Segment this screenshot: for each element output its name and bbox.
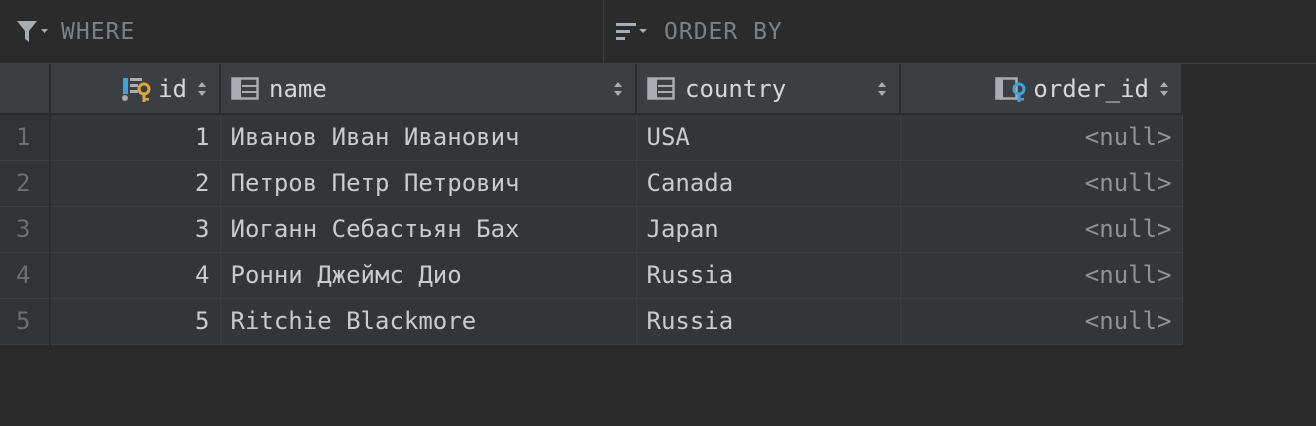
column-header-label: order_id bbox=[1033, 74, 1149, 103]
table-row[interactable]: 4 4 Ронни Джеймс Дио Russia <null> bbox=[0, 252, 1183, 299]
row-number-header[interactable] bbox=[0, 64, 51, 115]
column-header-country[interactable]: country bbox=[636, 64, 901, 115]
cell-id[interactable]: 1 bbox=[50, 114, 221, 161]
result-grid: id name country order_id 1 1 Иванов Иван… bbox=[0, 64, 1183, 345]
table-column-icon bbox=[231, 76, 259, 100]
table-row[interactable]: 1 1 Иванов Иван Иванович USA <null> bbox=[0, 114, 1183, 161]
cell-order-id[interactable]: <null> bbox=[900, 252, 1183, 299]
cell-country[interactable]: Japan bbox=[636, 206, 901, 253]
table-row[interactable]: 2 2 Петров Петр Петрович Canada <null> bbox=[0, 160, 1183, 207]
order-by-label: ORDER BY bbox=[664, 18, 783, 45]
table-row[interactable]: 5 5 Ritchie Blackmore Russia <null> bbox=[0, 298, 1183, 345]
filter-icon[interactable] bbox=[15, 18, 49, 46]
column-header-label: name bbox=[269, 74, 327, 103]
cell-country[interactable]: Canada bbox=[636, 160, 901, 207]
cell-id[interactable]: 4 bbox=[50, 252, 221, 299]
where-label: WHERE bbox=[61, 18, 136, 45]
cell-order-id[interactable]: <null> bbox=[900, 206, 1183, 253]
row-number[interactable]: 3 bbox=[0, 206, 51, 253]
cell-country[interactable]: Russia bbox=[636, 252, 901, 299]
table-column-icon bbox=[647, 76, 675, 100]
cell-order-id[interactable]: <null> bbox=[900, 160, 1183, 207]
cell-id[interactable]: 5 bbox=[50, 298, 221, 345]
cell-country[interactable]: USA bbox=[636, 114, 901, 161]
column-header-name[interactable]: name bbox=[220, 64, 637, 115]
where-filter-field[interactable]: WHERE bbox=[0, 0, 604, 63]
cell-id[interactable]: 3 bbox=[50, 206, 221, 253]
row-number[interactable]: 1 bbox=[0, 114, 51, 161]
column-header-id[interactable]: id bbox=[50, 64, 221, 115]
column-header-label: id bbox=[158, 74, 187, 103]
column-header-order-id[interactable]: order_id bbox=[900, 64, 1183, 115]
sort-toggle-icon[interactable] bbox=[875, 78, 889, 100]
sort-toggle-icon[interactable] bbox=[611, 78, 625, 100]
foreign-key-column-icon bbox=[995, 76, 1026, 102]
sort-toggle-icon[interactable] bbox=[1157, 78, 1171, 100]
cell-order-id[interactable]: <null> bbox=[900, 114, 1183, 161]
row-number[interactable]: 5 bbox=[0, 298, 51, 345]
primary-key-column-icon bbox=[122, 77, 151, 102]
cell-id[interactable]: 2 bbox=[50, 160, 221, 207]
header-row: id name country order_id bbox=[0, 64, 1183, 115]
cell-name[interactable]: Иоганн Себастьян Бах bbox=[220, 206, 637, 253]
cell-order-id[interactable]: <null> bbox=[900, 298, 1183, 345]
sort-lines-icon[interactable] bbox=[614, 18, 652, 46]
sort-toggle-icon[interactable] bbox=[195, 78, 209, 100]
cell-name[interactable]: Иванов Иван Иванович bbox=[220, 114, 637, 161]
cell-country[interactable]: Russia bbox=[636, 298, 901, 345]
order-by-field[interactable]: ORDER BY bbox=[604, 0, 1316, 63]
cell-name[interactable]: Петров Петр Петрович bbox=[220, 160, 637, 207]
row-number[interactable]: 4 bbox=[0, 252, 51, 299]
cell-name[interactable]: Ронни Джеймс Дио bbox=[220, 252, 637, 299]
cell-name[interactable]: Ritchie Blackmore bbox=[220, 298, 637, 345]
filter-bar: WHERE ORDER BY bbox=[0, 0, 1316, 64]
column-header-label: country bbox=[685, 74, 787, 103]
table-row[interactable]: 3 3 Иоганн Себастьян Бах Japan <null> bbox=[0, 206, 1183, 253]
row-number[interactable]: 2 bbox=[0, 160, 51, 207]
